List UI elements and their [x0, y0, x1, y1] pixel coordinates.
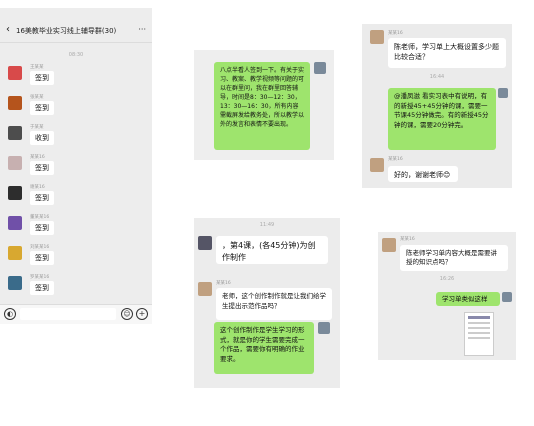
avatar	[370, 158, 384, 172]
avatar	[314, 62, 326, 74]
avatar	[8, 66, 22, 80]
avatar	[502, 292, 512, 302]
avatar	[8, 216, 22, 230]
chat-panel-study-sheet: 某某16 陈老师学习单内容大概是需要讲授的知识点吗？ 16:26 学习单类似这样	[378, 232, 516, 360]
signin-message: 签到	[30, 191, 54, 205]
avatar	[8, 96, 22, 110]
signin-message: 收到	[30, 131, 54, 145]
signin-message: 签到	[30, 101, 54, 115]
input-bar: ◐ ☺ +	[0, 304, 152, 324]
avatar	[318, 322, 330, 334]
question-message: 陈老师，学习单上大概设置多少题比较合适？	[388, 38, 506, 68]
chat-time: 16:26	[439, 276, 455, 282]
answer-message: 学习单类似这样	[436, 292, 500, 306]
avatar	[198, 236, 212, 250]
chat-title: 16美教毕业实习线上辅导群(30)	[16, 27, 117, 35]
chat-time: 16:44	[429, 74, 445, 80]
sender-name: 某某16	[388, 157, 403, 162]
sender-name: 董某某16	[30, 215, 50, 220]
sender-name: 某某16	[400, 237, 415, 242]
signin-message: 签到	[30, 161, 54, 175]
sender-name: 王某某	[30, 65, 44, 70]
sender-name: 张某某	[30, 95, 44, 100]
chat-panel-creation: 11:49 ，第4课，(各45分钟)为创作制作 某某16 老师，这个创作制作就是…	[194, 218, 340, 388]
question-message: 老师，这个创作制作就是让我们给学生提出示范作品吗？	[216, 288, 332, 320]
emoji-icon[interactable]: ☺	[121, 308, 133, 320]
voice-icon[interactable]: ◐	[4, 308, 16, 320]
answer-message: 这个创作制作是学生学习的形式，就是你的学生需要完成一个作品，需要你有明确的作业要…	[214, 322, 314, 374]
sender-name: 于某某	[30, 125, 44, 130]
avatar	[382, 238, 396, 252]
sender-name: 刘某某16	[30, 245, 50, 250]
study-sheet-image[interactable]	[464, 312, 494, 356]
instruction-message: 八点半看人签到一下。有关于实习、教案、教学视频等问题的可以在群里问，我在群里回答…	[214, 62, 310, 150]
question-message: 陈老师学习单内容大概是需要讲授的知识点吗？	[400, 245, 508, 271]
chat-time: 08:30	[68, 52, 84, 58]
sender-name: 某某16	[216, 281, 231, 286]
sender-name: 某某16	[30, 155, 45, 160]
avatar	[8, 276, 22, 290]
avatar	[498, 88, 508, 98]
signin-message: 签到	[30, 281, 54, 295]
chat-header: ‹ 16美教毕业实习线上辅导群(30) ···	[0, 8, 152, 43]
text-input[interactable]	[20, 308, 116, 320]
avatar	[8, 186, 22, 200]
chat-panel-group-signin: ‹ 16美教毕业实习线上辅导群(30) ··· 08:30 王某某 签到 张某某 签到…	[0, 8, 152, 324]
avatar	[198, 282, 212, 296]
signin-message: 签到	[30, 221, 54, 235]
signin-message: 签到	[30, 71, 54, 85]
avatar	[8, 126, 22, 140]
answer-message: @潘凤滋 看实习表中有说明，有的新授45+45分钟的课，需要一节课45分钟做完。…	[388, 88, 496, 150]
thanks-message: 好的，谢谢老师😊	[388, 166, 458, 182]
chat-time: 11:49	[259, 222, 275, 228]
sender-name: 某某16	[388, 31, 403, 36]
sender-name: 罗某某16	[30, 275, 50, 280]
avatar	[8, 246, 22, 260]
partial-message: ，第4课，(各45分钟)为创作制作	[216, 236, 328, 264]
back-icon[interactable]: ‹	[6, 24, 10, 35]
avatar	[8, 156, 22, 170]
more-icon[interactable]: ···	[138, 25, 146, 34]
chat-panel-instruction: 八点半看人签到一下。有关于实习、教案、教学视频等问题的可以在群里问，我在群里回答…	[194, 50, 334, 160]
avatar	[370, 30, 384, 44]
chat-panel-qa-count: 某某16 陈老师，学习单上大概设置多少题比较合适？ 16:44 @潘凤滋 看实习…	[362, 24, 512, 188]
sender-name: 谢某16	[30, 185, 45, 190]
plus-icon[interactable]: +	[136, 308, 148, 320]
signin-message: 签到	[30, 251, 54, 265]
